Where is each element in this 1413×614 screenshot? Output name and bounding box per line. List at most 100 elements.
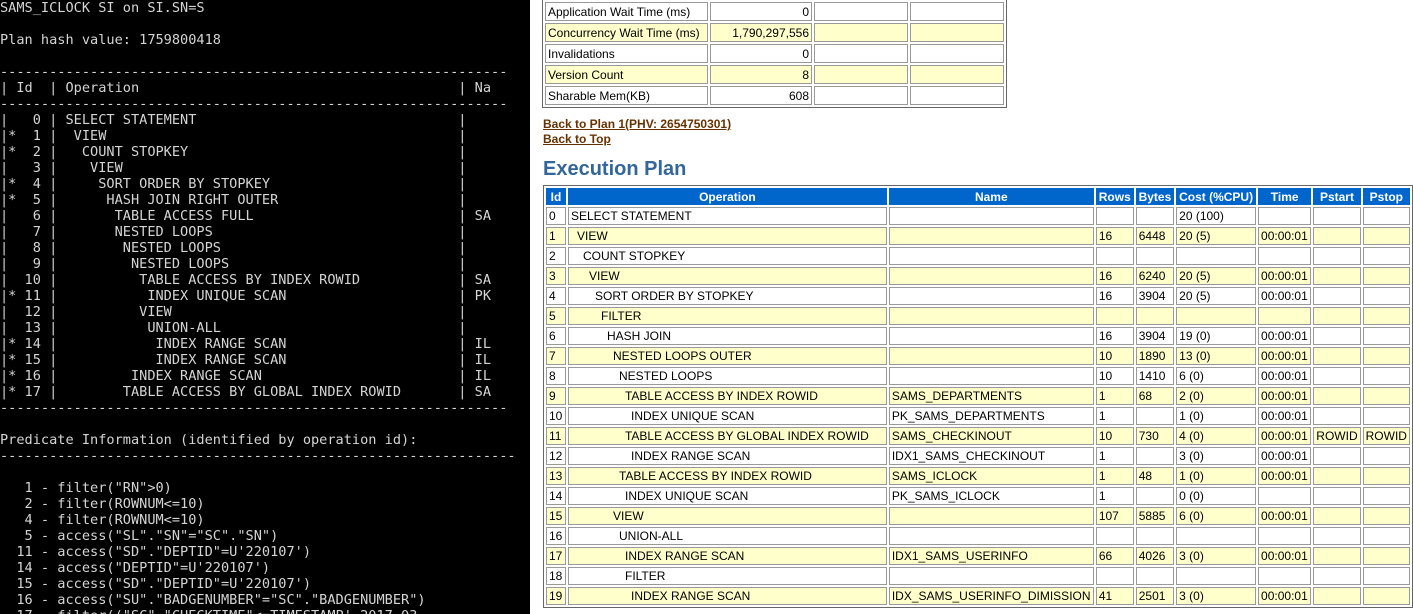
plan-name-cell	[888, 287, 1094, 305]
plan-pstart-cell	[1313, 227, 1361, 245]
terminal-line: |* 11 | INDEX UNIQUE SCAN | PK	[0, 288, 492, 304]
plan-pstop-cell	[1362, 327, 1410, 345]
plan-pstop-cell: ROWID	[1362, 427, 1410, 445]
plan-rows-cell: 1	[1095, 447, 1134, 465]
terminal-line: |* 4 | SORT ORDER BY STOPKEY |	[0, 176, 467, 192]
plan-rows-cell: 16	[1095, 267, 1134, 285]
plan-time-cell	[1258, 307, 1312, 325]
plan-cost-cell: 6 (0)	[1176, 367, 1257, 385]
plan-rows-cell	[1095, 247, 1134, 265]
plan-rows-cell	[1095, 567, 1134, 585]
plan-rows-cell	[1095, 207, 1134, 225]
plan-bytes-cell: 730	[1135, 427, 1175, 445]
stat-empty-cell	[910, 86, 1004, 105]
plan-name-cell	[888, 327, 1094, 345]
plan-cost-cell	[1176, 567, 1257, 585]
plan-rows-cell: 1	[1095, 487, 1134, 505]
stat-empty-cell	[814, 23, 908, 42]
plan-rows-cell: 10	[1095, 347, 1134, 365]
plan-row: 14 INDEX UNIQUE SCAN PK_SAMS_ICLOCK 1 0 (0)	[546, 487, 1410, 505]
terminal-line: ----------------------------------------…	[0, 64, 508, 80]
plan-cost-cell	[1176, 527, 1257, 545]
plan-cost-cell	[1176, 307, 1257, 325]
plan-cost-cell: 13 (0)	[1176, 347, 1257, 365]
plan-time-cell: 00:00:01	[1258, 367, 1312, 385]
plan-id-cell: 14	[546, 487, 566, 505]
col-bytes-header: Bytes	[1135, 188, 1175, 205]
plan-id-cell: 11	[546, 427, 566, 445]
plan-time-cell: 00:00:01	[1258, 507, 1312, 525]
col-time-header: Time	[1258, 188, 1312, 205]
plan-operation-cell: VIEW	[567, 227, 887, 245]
plan-id-cell: 3	[546, 267, 566, 285]
plan-cost-cell: 19 (0)	[1176, 327, 1257, 345]
plan-pstop-cell	[1362, 347, 1410, 365]
plan-pstart-cell	[1313, 367, 1361, 385]
plan-id-cell: 17	[546, 547, 566, 565]
terminal-window: SAMS_ICLOCK SI on SI.SN=S Plan hash value…	[0, 0, 530, 614]
plan-pstop-cell	[1362, 227, 1410, 245]
plan-id-cell: 8	[546, 367, 566, 385]
plan-pstop-cell	[1362, 467, 1410, 485]
plan-time-cell: 00:00:01	[1258, 467, 1312, 485]
plan-name-cell: IDX1_SAMS_USERINFO	[888, 547, 1094, 565]
back-to-top-link[interactable]: Back to Top	[543, 132, 611, 146]
plan-cost-cell: 6 (0)	[1176, 507, 1257, 525]
plan-rows-cell: 16	[1095, 287, 1134, 305]
plan-time-cell: 00:00:01	[1258, 407, 1312, 425]
stat-row: Sharable Mem(KB) 608	[545, 86, 1004, 105]
stat-empty-cell	[814, 44, 908, 63]
plan-operation-cell: SORT ORDER BY STOPKEY	[567, 287, 887, 305]
plan-pstop-cell	[1362, 507, 1410, 525]
plan-id-cell: 10	[546, 407, 566, 425]
plan-row: 2 COUNT STOPKEY	[546, 247, 1410, 265]
plan-cost-cell: 3 (0)	[1176, 587, 1257, 605]
plan-id-cell: 0	[546, 207, 566, 225]
terminal-line: 16 - access("SU"."BADGENUMBER"="SC"."BAD…	[0, 592, 426, 608]
plan-pstart-cell	[1313, 447, 1361, 465]
plan-bytes-cell: 3904	[1135, 287, 1175, 305]
plan-pstart-cell	[1313, 567, 1361, 585]
col-cost-header: Cost (%CPU)	[1176, 188, 1257, 205]
plan-pstart-cell	[1313, 547, 1361, 565]
plan-cost-cell: 1 (0)	[1176, 407, 1257, 425]
plan-cost-cell: 0 (0)	[1176, 487, 1257, 505]
terminal-line: 2 - filter(ROWNUM<=10)	[0, 496, 205, 512]
plan-bytes-cell	[1135, 527, 1175, 545]
col-pstop-header: Pstop	[1362, 188, 1410, 205]
plan-name-cell	[888, 527, 1094, 545]
plan-name-cell	[888, 267, 1094, 285]
plan-cost-cell: 2 (0)	[1176, 387, 1257, 405]
plan-rows-cell: 107	[1095, 507, 1134, 525]
plan-operation-cell: FILTER	[567, 307, 887, 325]
plan-row: 9 TABLE ACCESS BY INDEX ROWID SAMS_DEPARTM…	[546, 387, 1410, 405]
plan-id-cell: 2	[546, 247, 566, 265]
stat-row: Application Wait Time (ms) 0	[545, 2, 1004, 21]
stat-row: Version Count 8	[545, 65, 1004, 84]
plan-pstart-cell	[1313, 307, 1361, 325]
plan-name-cell: SAMS_ICLOCK	[888, 467, 1094, 485]
terminal-line: 15 - access("SD"."DEPTID"=U'220107')	[0, 576, 311, 592]
terminal-line: |* 2 | COUNT STOPKEY |	[0, 144, 467, 160]
plan-operation-cell: VIEW	[567, 267, 887, 285]
terminal-line: | 6 | TABLE ACCESS FULL | SA	[0, 208, 492, 224]
terminal-line: | 10 | TABLE ACCESS BY INDEX ROWID | SA	[0, 272, 492, 288]
stat-label: Invalidations	[545, 44, 708, 63]
plan-operation-cell: INDEX UNIQUE SCAN	[567, 407, 887, 425]
plan-pstop-cell	[1362, 247, 1410, 265]
plan-pstart-cell	[1313, 467, 1361, 485]
stat-value: 608	[710, 86, 812, 105]
plan-cost-cell: 1 (0)	[1176, 467, 1257, 485]
plan-time-cell: 00:00:01	[1258, 547, 1312, 565]
plan-row: 0 SELECT STATEMENT 20 (100)	[546, 207, 1410, 225]
stat-label: Application Wait Time (ms)	[545, 2, 708, 21]
stat-value: 0	[710, 44, 812, 63]
back-to-plan-link[interactable]: Back to Plan 1(PHV: 2654750301)	[543, 117, 731, 131]
plan-time-cell: 00:00:01	[1258, 387, 1312, 405]
plan-row: 15 VIEW 107 5885 6 (0) 00:00:01	[546, 507, 1410, 525]
plan-rows-cell: 16	[1095, 327, 1134, 345]
plan-time-cell: 00:00:01	[1258, 287, 1312, 305]
terminal-line: SAMS_ICLOCK SI on SI.SN=S	[0, 0, 205, 16]
